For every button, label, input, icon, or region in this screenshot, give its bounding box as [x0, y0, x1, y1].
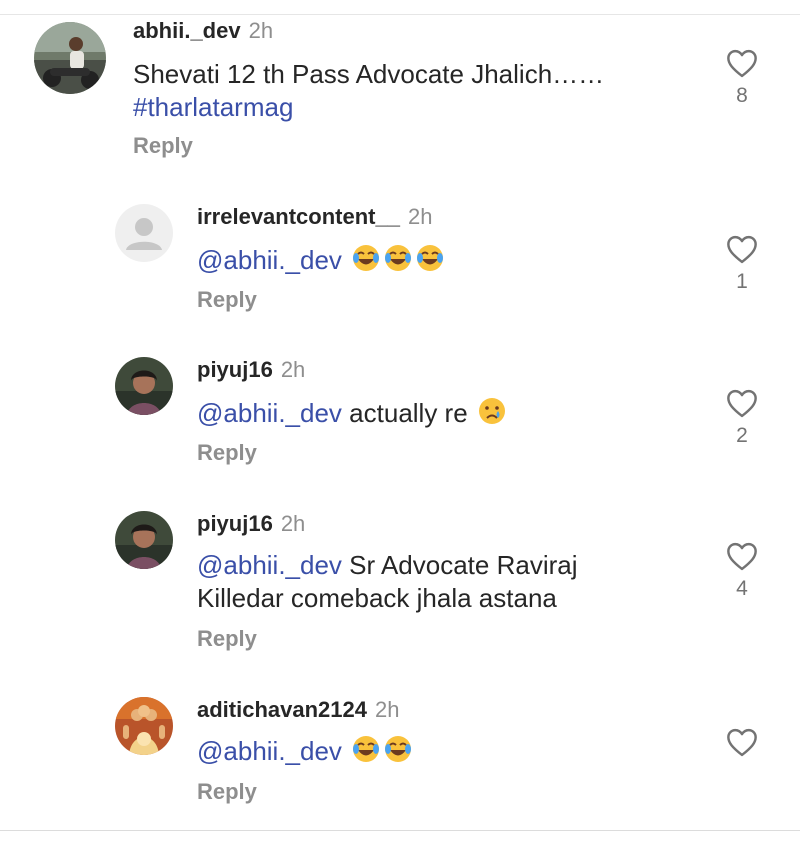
- comment-text: @abhii._dev: [197, 243, 697, 281]
- top-divider: [0, 14, 800, 15]
- comment-time: 2h: [248, 18, 274, 43]
- hashtag-link[interactable]: #tharlatarmag: [133, 92, 293, 122]
- reply-button[interactable]: Reply: [197, 440, 257, 466]
- mention-link[interactable]: @abhii._dev: [197, 550, 342, 580]
- like-button[interactable]: [722, 727, 762, 763]
- avatar[interactable]: [115, 697, 173, 755]
- like-button[interactable]: 1: [722, 234, 762, 294]
- username-text[interactable]: abhii._dev: [133, 18, 241, 43]
- comment-time: 2h: [280, 511, 306, 536]
- comment-time: 2h: [374, 697, 400, 722]
- comment-username[interactable]: abhii._dev 2h: [133, 18, 273, 44]
- reply-button[interactable]: Reply: [197, 287, 257, 313]
- comment-body-text: actually re: [349, 398, 468, 428]
- face-with-tears-of-joy-icon: [351, 243, 381, 281]
- face-with-tears-of-joy-icon: [351, 734, 381, 772]
- username-text[interactable]: aditichavan2124: [197, 697, 367, 722]
- like-count: 8: [736, 84, 748, 107]
- heart-icon: [727, 235, 757, 264]
- face-with-tears-of-joy-icon: [383, 734, 413, 772]
- avatar[interactable]: [34, 22, 106, 94]
- comment-text: @abhii._dev Sr Advocate Raviraj Killedar…: [197, 549, 657, 615]
- heart-icon: [727, 728, 757, 757]
- like-count: 4: [736, 577, 748, 600]
- face-with-tears-of-joy-icon: [415, 243, 445, 281]
- like-count: 2: [736, 424, 748, 447]
- reply-button[interactable]: Reply: [197, 626, 257, 652]
- comment-time: 2h: [280, 357, 306, 382]
- mention-link[interactable]: @abhii._dev: [197, 398, 342, 428]
- comment-body-text: Shevati 12 th Pass Advocate Jhalich……: [133, 59, 605, 89]
- username-text[interactable]: irrelevantcontent__: [197, 204, 400, 229]
- face-with-tears-of-joy-icon: [383, 243, 413, 281]
- mention-link[interactable]: @abhii._dev: [197, 245, 342, 275]
- heart-icon: [727, 49, 757, 78]
- comment-username[interactable]: aditichavan2124 2h: [197, 697, 399, 723]
- reply-button[interactable]: Reply: [133, 133, 193, 159]
- comment-text: Shevati 12 th Pass Advocate Jhalich…… #t…: [133, 58, 633, 124]
- reply-button[interactable]: Reply: [197, 779, 257, 805]
- heart-icon: [727, 542, 757, 571]
- comment-username[interactable]: irrelevantcontent__ 2h: [197, 204, 432, 230]
- mention-link[interactable]: @abhii._dev: [197, 736, 342, 766]
- comment-time: 2h: [407, 204, 433, 229]
- username-text[interactable]: piyuj16: [197, 511, 273, 536]
- avatar[interactable]: [115, 511, 173, 569]
- like-button[interactable]: 8: [722, 48, 762, 108]
- crying-face-icon: [477, 396, 507, 434]
- username-text[interactable]: piyuj16: [197, 357, 273, 382]
- comment-username[interactable]: piyuj16 2h: [197, 511, 305, 537]
- comment-username[interactable]: piyuj16 2h: [197, 357, 305, 383]
- avatar[interactable]: [115, 204, 173, 262]
- like-button[interactable]: 4: [722, 541, 762, 601]
- comment-text: @abhii._dev: [197, 734, 697, 772]
- bottom-divider: [0, 830, 800, 831]
- heart-icon: [727, 389, 757, 418]
- like-count: 1: [736, 270, 748, 293]
- avatar[interactable]: [115, 357, 173, 415]
- like-button[interactable]: 2: [722, 388, 762, 448]
- comment-text: @abhii._dev actually re: [197, 396, 697, 434]
